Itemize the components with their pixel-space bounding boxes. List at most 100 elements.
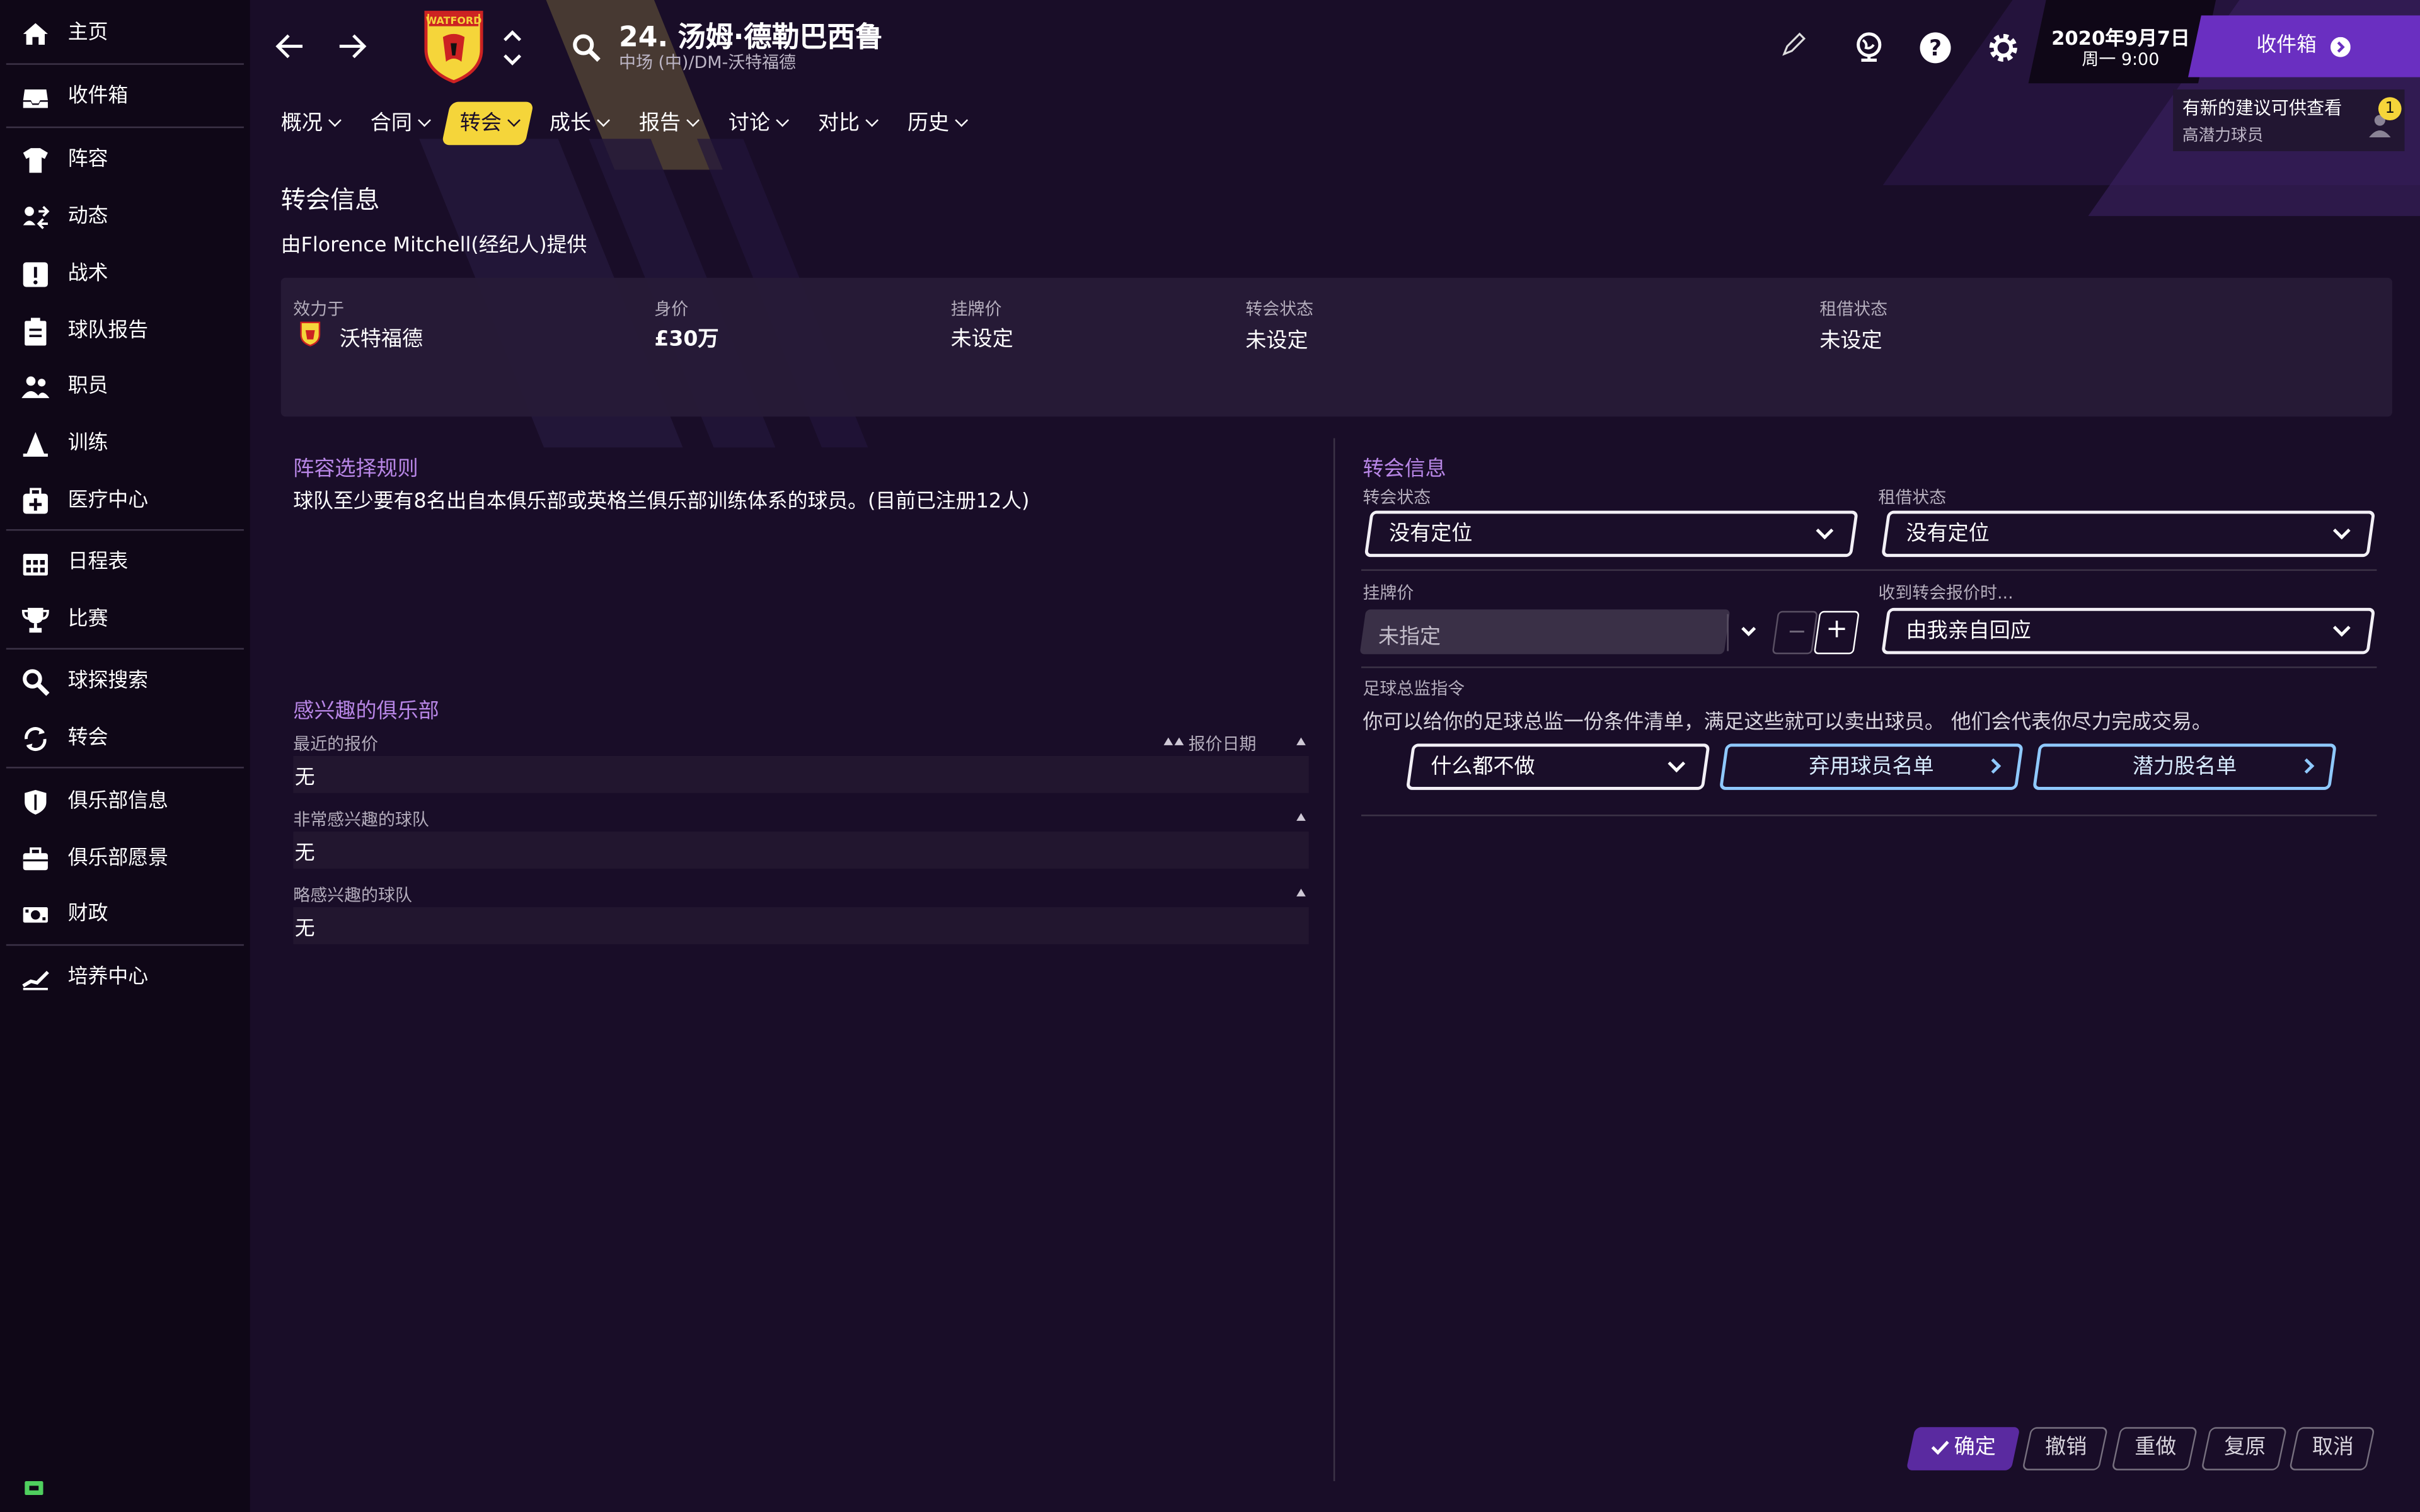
sidebar-item-staff[interactable]: 职员 — [0, 360, 250, 415]
sidebar-item-club-vision[interactable]: 俱乐部愿景 — [0, 832, 250, 887]
sidebar-item-home[interactable]: 主页 — [0, 6, 250, 62]
table-row — [293, 832, 1309, 869]
search-icon[interactable] — [571, 32, 602, 63]
sidebar-item-transfers[interactable]: 转会 — [0, 711, 250, 767]
sidebar-item-label: 训练 — [67, 432, 108, 455]
confirm-button[interactable]: 确定 — [1906, 1427, 2020, 1470]
tab-discuss[interactable]: 讨论 — [728, 102, 790, 146]
chevron-down-icon — [597, 113, 610, 127]
summary-panel — [280, 277, 2392, 417]
club-badge-icon[interactable]: WATFORD — [423, 9, 485, 84]
restore-button[interactable]: 复原 — [2201, 1427, 2288, 1470]
sidebar-item-finances[interactable]: 财政 — [0, 887, 250, 942]
transfer-icon — [25, 727, 47, 752]
dropdown-value: 什么都不做 — [1431, 754, 1535, 779]
on-offer-label: 收到转会报价时... — [1878, 583, 2014, 604]
value-value: £30万 — [654, 327, 719, 352]
sidebar-item-label: 战术 — [67, 262, 108, 286]
shield-icon — [25, 789, 47, 815]
tab-development[interactable]: 成长 — [549, 102, 610, 146]
sidebar-item-schedule[interactable]: 日程表 — [0, 536, 250, 591]
loan-status-field-label: 租借状态 — [1878, 487, 1947, 508]
dof-action-dropdown[interactable]: 什么都不做 — [1405, 743, 1710, 790]
sidebar-item-team-report[interactable]: 球队报告 — [0, 304, 250, 359]
dropdown-value: 没有定位 — [1906, 521, 1990, 546]
sidebar-item-squad[interactable]: 阵容 — [0, 133, 250, 188]
cash-status-icon[interactable] — [25, 1481, 43, 1496]
restore-label: 复原 — [2223, 1435, 2266, 1460]
tab-history[interactable]: 历史 — [908, 102, 969, 146]
sidebar-divider — [6, 529, 244, 531]
dropdown-value: 由我亲自回应 — [1906, 619, 2031, 644]
collapse-icon[interactable] — [1296, 888, 1306, 896]
search-icon — [23, 669, 50, 696]
tab-label: 转会 — [459, 111, 502, 136]
button-label: 弃用球员名单 — [1809, 754, 1934, 779]
tab-label: 成长 — [549, 111, 591, 136]
asking-price-field-label: 挂牌价 — [1363, 583, 1414, 604]
cancel-button[interactable]: 取消 — [2288, 1427, 2375, 1470]
sidebar-item-dynamics[interactable]: 动态 — [0, 190, 250, 245]
inbox-button-label[interactable]: 收件箱 — [2256, 15, 2420, 77]
undo-button[interactable]: 撤销 — [2022, 1427, 2109, 1470]
transfer-status-value: 未设定 — [1245, 328, 1308, 353]
sidebar-item-inbox[interactable]: 收件箱 — [0, 69, 250, 125]
tab-overview[interactable]: 概况 — [281, 102, 342, 146]
loan-status-dropdown[interactable]: 没有定位 — [1881, 510, 2376, 558]
player-switch-icon[interactable] — [502, 28, 523, 68]
sidebar-item-label: 动态 — [67, 205, 108, 229]
plays-for-value[interactable]: 沃特福德 — [340, 321, 423, 352]
forward-arrow-icon[interactable] — [337, 31, 367, 62]
sidebar-item-club-info[interactable]: 俱乐部信息 — [0, 774, 250, 830]
globe-icon[interactable] — [1852, 31, 1886, 65]
settings-gear-icon[interactable] — [1986, 31, 2020, 65]
plays-for-label: 效力于 — [293, 299, 345, 319]
sidebar-item-label: 球队报告 — [67, 319, 149, 343]
sidebar-item-scouting[interactable]: 球探搜索 — [0, 654, 250, 709]
tab-label: 讨论 — [728, 111, 771, 136]
tab-label: 对比 — [817, 111, 860, 136]
chevron-down-icon[interactable] — [1739, 622, 1758, 640]
tab-compare[interactable]: 对比 — [817, 102, 879, 146]
chevron-down-icon — [1816, 522, 1834, 540]
help-icon[interactable]: ? — [1918, 31, 1952, 65]
sidebar-item-development[interactable]: 培养中心 — [0, 951, 250, 1006]
column-divider — [1333, 438, 1335, 1482]
back-arrow-icon[interactable] — [275, 31, 306, 62]
sidebar-item-label: 职员 — [67, 375, 108, 398]
sidebar-item-medical[interactable]: 医疗中心 — [0, 474, 250, 529]
staff-icon — [21, 376, 50, 398]
transfer-form-title: 转会信息 — [1363, 456, 1446, 482]
sidebar-item-competitions[interactable]: 比赛 — [0, 592, 250, 648]
tab-transfer[interactable]: 转会 — [459, 102, 521, 146]
sidebar-divider — [6, 767, 244, 769]
sidebar-item-tactics[interactable]: 战术 — [0, 247, 250, 302]
tab-contract[interactable]: 合同 — [371, 102, 431, 146]
release-list-button[interactable]: 弃用球员名单 — [1719, 743, 2024, 790]
briefcase-icon — [23, 847, 48, 871]
on-offer-dropdown[interactable]: 由我亲自回应 — [1881, 607, 2376, 655]
table-row — [293, 756, 1309, 793]
sort-asc-icon[interactable] — [1174, 737, 1184, 745]
hot-prospect-button[interactable]: 潜力股名单 — [2032, 743, 2337, 790]
very-interested-label: 非常感兴趣的球队 — [293, 810, 429, 830]
collapse-icon[interactable] — [1296, 813, 1306, 821]
collapse-icon[interactable] — [1296, 737, 1306, 745]
jersey-icon — [23, 148, 48, 173]
transfer-status-dropdown[interactable]: 没有定位 — [1364, 510, 1858, 558]
sidebar-item-training[interactable]: 训练 — [0, 416, 250, 472]
minus-icon: − — [1787, 617, 1807, 645]
tactics-icon — [23, 262, 48, 287]
current-time: 周一 9:00 — [2082, 49, 2160, 70]
development-icon — [22, 970, 49, 990]
tab-reports[interactable]: 报告 — [639, 102, 700, 146]
interested-clubs-title: 感兴趣的俱乐部 — [293, 699, 439, 724]
inbox-button-text: 收件箱 — [2256, 33, 2317, 57]
offer-date-label[interactable]: 报价日期 — [1189, 731, 1257, 756]
redo-button[interactable]: 重做 — [2111, 1427, 2198, 1470]
sort-asc-icon[interactable] — [1163, 737, 1173, 745]
notification-sub: 高潜力球员 — [2182, 126, 2264, 146]
pencil-icon[interactable] — [1781, 32, 1806, 57]
chevron-down-icon — [1668, 755, 1686, 773]
recent-offers-label: 最近的报价 — [293, 734, 379, 755]
